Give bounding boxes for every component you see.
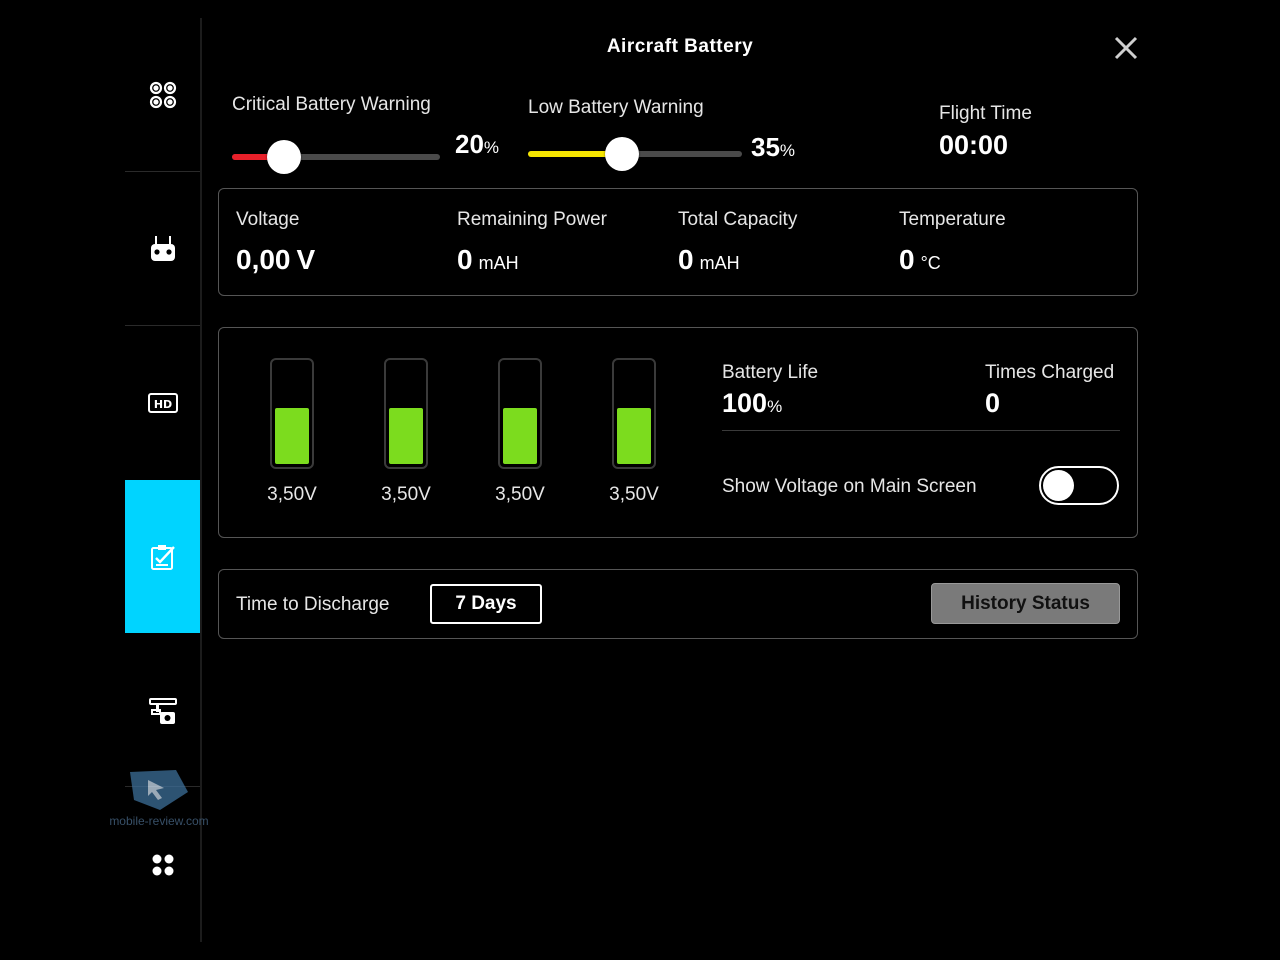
low-warning-knob[interactable]	[604, 137, 639, 171]
critical-warning-value: 20%	[455, 129, 500, 159]
more-dots-icon	[152, 854, 173, 875]
cell-level-fill	[389, 408, 423, 464]
page-title: Aircraft Battery	[606, 36, 754, 57]
gimbal-camera-icon	[148, 697, 177, 724]
low-warning-value: 35%	[751, 132, 796, 162]
battery-cell	[270, 358, 314, 469]
times-charged-value: 0	[985, 388, 1001, 418]
watermark-logo: mobile-review.com	[104, 766, 214, 836]
divider	[722, 430, 1120, 431]
battery-stats-panel: Voltage 0,00 V Remaining Power 0 mAH Total…	[218, 188, 1138, 296]
aircraft-icon	[149, 81, 176, 108]
cell-voltage: 3,50V	[495, 484, 545, 505]
close-icon	[1114, 36, 1138, 60]
remaining-power-value: 0 mAH	[457, 244, 519, 275]
hd-icon: HD	[147, 392, 178, 413]
critical-warning-label: Critical Battery Warning	[232, 94, 431, 115]
cell-level-fill	[617, 408, 651, 464]
sidebar-item-gimbal[interactable]	[125, 634, 200, 787]
temperature-value: 0 °C	[899, 244, 941, 275]
times-charged-label: Times Charged	[985, 362, 1115, 383]
battery-cell	[384, 358, 428, 469]
discharge-panel: Time to Discharge 7 Days History Status	[218, 569, 1138, 639]
voltage-label: Voltage	[236, 209, 300, 230]
cell-level-fill	[503, 408, 537, 464]
battery-cell	[612, 358, 656, 469]
watermark-text: mobile-review.com	[109, 814, 209, 828]
flight-time-value: 00:00	[939, 130, 1009, 160]
total-capacity-label: Total Capacity	[678, 209, 798, 230]
sidebar-item-battery[interactable]	[125, 480, 200, 633]
close-button[interactable]	[1112, 34, 1140, 62]
low-warning-slider[interactable]	[528, 137, 742, 171]
sidebar-item-hd[interactable]: HD	[125, 326, 200, 479]
voltage-value: 0,00 V	[236, 244, 316, 275]
cell-voltage: 3,50V	[381, 484, 431, 505]
critical-warning-knob[interactable]	[267, 140, 301, 174]
show-voltage-label: Show Voltage on Main Screen	[722, 476, 977, 497]
flight-time-label: Flight Time	[939, 103, 1032, 124]
battery-checklist-icon	[150, 544, 175, 570]
toggle-knob	[1043, 470, 1074, 501]
battery-life-label: Battery Life	[722, 362, 819, 383]
cell-voltage: 3,50V	[609, 484, 659, 505]
battery-cells-panel: 3,50V 3,50V 3,50V 3,50V Battery Life 100…	[218, 327, 1138, 538]
low-warning-label: Low Battery Warning	[528, 97, 704, 118]
discharge-days-button[interactable]: 7 Days	[430, 584, 542, 624]
battery-cell	[498, 358, 542, 469]
history-status-button[interactable]: History Status	[931, 583, 1120, 624]
total-capacity-value: 0 mAH	[678, 244, 740, 275]
cell-level-fill	[275, 408, 309, 464]
remaining-power-label: Remaining Power	[457, 209, 607, 230]
show-voltage-toggle[interactable]	[1039, 466, 1119, 505]
battery-life-value: 100%	[722, 388, 783, 418]
critical-warning-slider[interactable]	[232, 140, 440, 174]
remote-controller-icon	[150, 235, 175, 261]
svg-text:HD: HD	[153, 398, 171, 411]
sidebar-item-remote-controller[interactable]	[125, 172, 200, 325]
temperature-label: Temperature	[899, 209, 1006, 230]
time-to-discharge-label: Time to Discharge	[236, 594, 390, 615]
cell-voltage: 3,50V	[267, 484, 317, 505]
